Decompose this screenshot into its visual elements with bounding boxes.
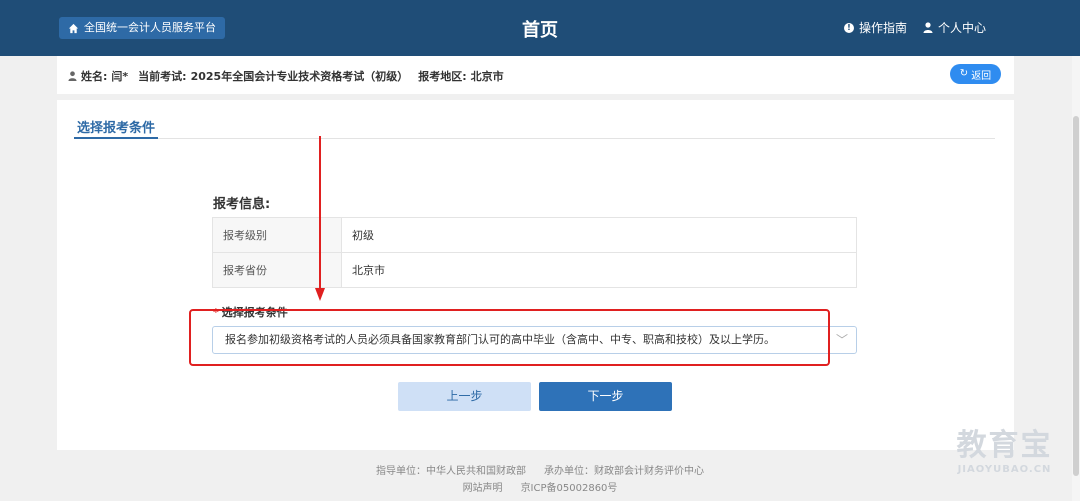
region-value: 北京市: [470, 70, 504, 83]
info-icon: !: [843, 22, 854, 33]
name-group: 姓名: 闫*: [68, 68, 128, 84]
table-value: 初级: [341, 217, 857, 253]
next-step-button[interactable]: 下一步: [539, 382, 672, 411]
section-title: 报考信息:: [213, 197, 271, 212]
table-value: 北京市: [341, 252, 857, 288]
region-label: 报考地区:: [418, 70, 467, 83]
tab-bar: 选择报考条件: [74, 117, 995, 139]
condition-label-text: 选择报考条件: [221, 306, 288, 319]
refresh-icon: ↻: [959, 68, 969, 79]
scrollbar[interactable]: [1072, 56, 1080, 501]
person-icon: [68, 71, 77, 81]
chevron-down-icon: ﹀: [835, 333, 848, 347]
guide-link-label: 操作指南: [858, 21, 907, 35]
required-mark: *: [213, 306, 219, 319]
table-row: 报考级别 初级: [212, 217, 857, 253]
user-center-link[interactable]: 个人中心: [923, 19, 986, 36]
guide-link[interactable]: ! 操作指南: [843, 19, 907, 36]
table-key: 报考级别: [212, 217, 342, 253]
prev-step-button[interactable]: 上一步: [398, 382, 531, 411]
main-card: 选择报考条件 报考信息: 报考级别 初级 报考省份 北京市 * 选择报考条件 报名…: [57, 100, 1014, 450]
region-group: 报考地区: 北京市: [418, 68, 503, 84]
footer-statement-link[interactable]: 网站声明: [463, 483, 503, 494]
tab-select-condition[interactable]: 选择报考条件: [74, 117, 159, 139]
user-center-label: 个人中心: [937, 21, 986, 35]
condition-label: * 选择报考条件: [213, 304, 288, 320]
condition-select-value: 报名参加初级资格考试的人员必须具备国家教育部门认可的高中毕业（含高中、中专、职高…: [225, 333, 775, 346]
exam-value: 2025年全国会计专业技术资格考试（初级）: [190, 70, 409, 83]
condition-select[interactable]: 报名参加初级资格考试的人员必须具备国家教育部门认可的高中毕业（含高中、中专、职高…: [212, 326, 857, 354]
footer-icp[interactable]: 京ICP备05002860号: [521, 483, 618, 494]
candidate-info: 姓名: 闫* 当前考试: 2025年全国会计专业技术资格考试（初级） 报考地区:…: [68, 68, 504, 84]
name-value: 闫*: [111, 70, 129, 83]
table-key: 报考省份: [212, 252, 342, 288]
scrollbar-thumb[interactable]: [1073, 116, 1079, 476]
back-button-label: 返回: [971, 70, 992, 82]
footer-guide-unit: 指导单位：中华人民共和国财政部: [376, 466, 526, 477]
footer-units: 指导单位：中华人民共和国财政部 承办单位：财政部会计财务评价中心: [0, 463, 1080, 480]
person-icon: [923, 22, 933, 33]
platform-home-button[interactable]: 全国统一会计人员服务平台: [59, 17, 225, 39]
exam-label: 当前考试:: [138, 70, 187, 83]
footer-host-unit: 承办单位：财政部会计财务评价中心: [544, 466, 704, 477]
page-footer: 指导单位：中华人民共和国财政部 承办单位：财政部会计财务评价中心 网站声明 京ICP…: [0, 463, 1080, 497]
back-button[interactable]: ↻ 返回: [950, 64, 1001, 84]
exam-info-table: 报考级别 初级 报考省份 北京市: [212, 217, 857, 288]
footer-links: 网站声明 京ICP备05002860号: [0, 480, 1080, 497]
name-label: 姓名:: [81, 70, 108, 83]
table-row: 报考省份 北京市: [212, 252, 857, 288]
platform-button-label: 全国统一会计人员服务平台: [84, 21, 216, 34]
top-header: 全国统一会计人员服务平台 首页 ! 操作指南 个人中心: [0, 0, 1080, 56]
home-icon: [68, 23, 79, 33]
candidate-info-bar: 姓名: 闫* 当前考试: 2025年全国会计专业技术资格考试（初级） 报考地区:…: [57, 56, 1014, 94]
exam-group: 当前考试: 2025年全国会计专业技术资格考试（初级）: [138, 68, 408, 84]
header-links: ! 操作指南 个人中心: [843, 19, 986, 36]
